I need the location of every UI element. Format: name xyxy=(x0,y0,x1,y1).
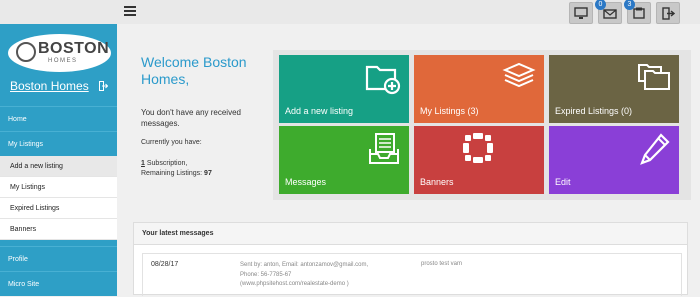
sidebar-item-profile[interactable]: Profile xyxy=(0,246,117,271)
sidebar-item-my-listings[interactable]: My Listings xyxy=(0,131,117,156)
brand-name-link[interactable]: Boston Homes xyxy=(10,79,89,93)
exit-icon[interactable] xyxy=(99,81,108,91)
latest-messages-panel: Your latest messages 08/28/17 Sent by: a… xyxy=(133,222,688,296)
subscription-count-link[interactable]: 1 xyxy=(141,160,145,167)
banner-icon xyxy=(463,133,493,163)
tile-label: My Listings (3) xyxy=(420,106,479,116)
message-row[interactable]: 08/28/17 Sent by: anton, Email: antonzam… xyxy=(142,253,682,296)
sender-line: Sent by: anton, Email: antonzamov@gmail.… xyxy=(240,262,369,268)
panel-heading: Your latest messages xyxy=(134,223,687,245)
tile-label: Edit xyxy=(555,177,571,187)
folder-add-icon xyxy=(365,65,401,95)
inbox-icon xyxy=(369,133,399,164)
tile-messages[interactable]: Messages xyxy=(279,126,409,194)
subscription-summary: 1 Subscription, Remaining Listings: 97 xyxy=(141,159,212,179)
house-logo-icon xyxy=(16,42,36,62)
no-messages-text: You don't have any received messages. xyxy=(141,108,241,128)
message-sender: Sent by: anton, Email: antonzamov@gmail.… xyxy=(240,261,410,290)
sidebar-subitem-expired-listings[interactable]: Expired Listings xyxy=(0,198,117,219)
subscription-label: Subscription, xyxy=(146,160,188,167)
remaining-value: 97 xyxy=(204,170,212,177)
sidebar-item-home[interactable]: Home xyxy=(0,106,117,131)
dashboard-tiles: Add a new listing My Listings (3) Expire… xyxy=(273,50,691,200)
stack-icon xyxy=(502,62,536,88)
tile-label: Messages xyxy=(285,177,327,187)
sidebar-item-micro-site[interactable]: Micro Site xyxy=(0,271,117,296)
tile-expired-listings[interactable]: Expired Listings (0) xyxy=(549,55,679,123)
remaining-label: Remaining Listings: xyxy=(141,170,203,177)
tile-label: Banners xyxy=(420,177,454,187)
pencil-icon xyxy=(640,133,670,165)
logo-name: BOSTON xyxy=(38,40,110,57)
sidebar-subitem-add-listing[interactable]: Add a new listing xyxy=(0,156,117,177)
tile-my-listings[interactable]: My Listings (3) xyxy=(414,55,544,123)
tile-label: Add a new listing xyxy=(285,106,354,116)
message-date: 08/28/17 xyxy=(151,261,179,268)
folders-icon xyxy=(638,64,670,90)
welcome-title: Welcome Boston Homes, xyxy=(141,54,247,87)
tile-label: Expired Listings (0) xyxy=(555,106,633,116)
sender-site: (www.phpsitehost.com/realestate-demo ) xyxy=(240,281,349,287)
tile-add-listing[interactable]: Add a new listing xyxy=(279,55,409,123)
tile-edit[interactable]: Edit xyxy=(549,126,679,194)
sidebar-nav: Home My Listings Add a new listing My Li… xyxy=(0,106,117,296)
sidebar-subitem-banners[interactable]: Banners xyxy=(0,219,117,240)
company-logo: BOSTON HOMES xyxy=(8,34,111,72)
messages-icon[interactable]: 0 xyxy=(595,0,622,24)
monitor-icon[interactable] xyxy=(569,2,593,24)
sidebar: BOSTON HOMES Boston Homes Home My Listin… xyxy=(0,24,117,296)
sender-phone: Phone: 56-7785-67 xyxy=(240,271,292,278)
brand-area: BOSTON HOMES Boston Homes xyxy=(0,24,117,106)
message-subject: prosto test vam xyxy=(421,261,463,267)
sidebar-subitem-my-listings[interactable]: My Listings xyxy=(0,177,117,198)
logo-sub: HOMES xyxy=(48,58,78,64)
logout-icon[interactable] xyxy=(656,2,680,24)
top-bar: 0 3 xyxy=(0,0,700,24)
hamburger-icon[interactable] xyxy=(124,4,136,18)
listings-icon[interactable]: 3 xyxy=(624,0,651,24)
tile-banners[interactable]: Banners xyxy=(414,126,544,194)
currently-label: Currently you have: xyxy=(141,139,202,146)
